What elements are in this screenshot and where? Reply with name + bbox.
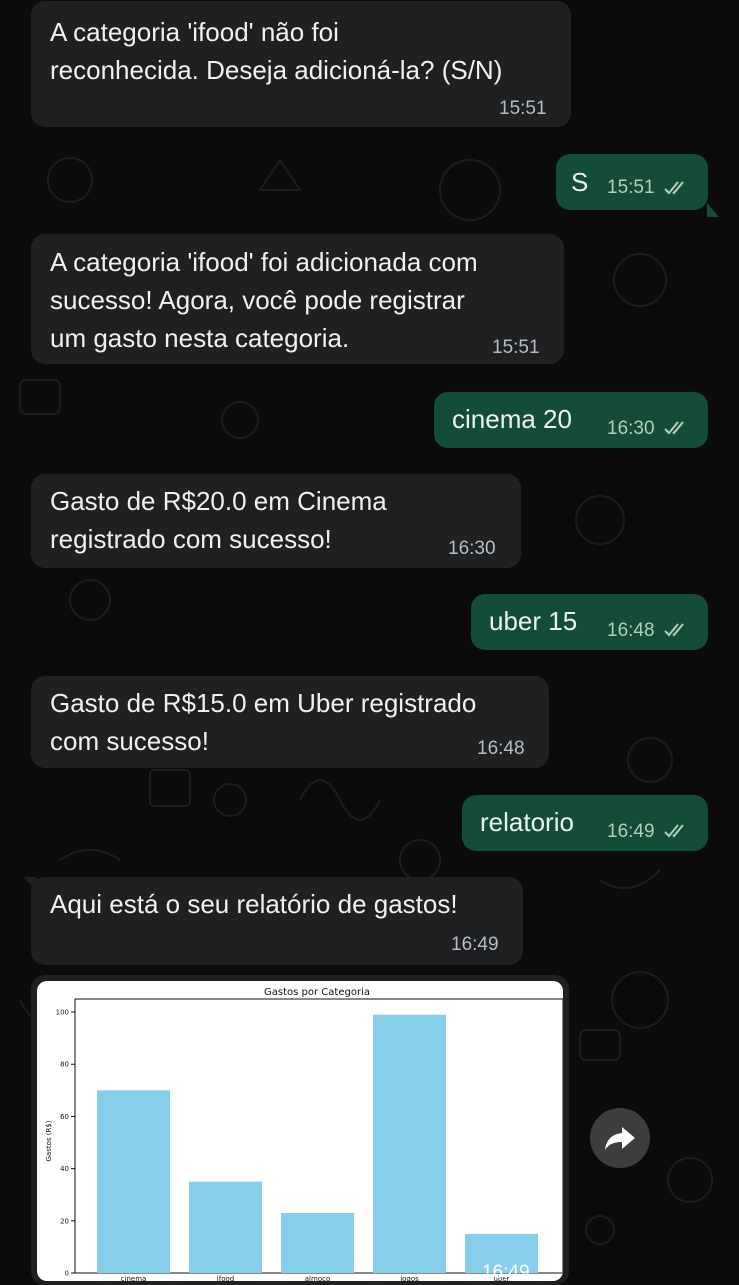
message-text: relatorio — [480, 807, 574, 837]
outgoing-message[interactable]: S 15:51 — [556, 154, 719, 217]
message-time: 15:51 — [607, 177, 655, 198]
bar-cinema — [97, 1090, 170, 1273]
message-text: cinema 20 — [452, 404, 572, 434]
incoming-message[interactable]: Gasto de R$15.0 em Uber registrado com s… — [31, 676, 549, 768]
outgoing-message[interactable]: relatorio 16:49 — [462, 795, 708, 851]
read-ticks-icon — [664, 623, 684, 637]
image-message[interactable]: Gastos por Categoria Gastos (R$) cinema i… — [31, 975, 569, 1285]
read-ticks-icon — [664, 421, 684, 435]
message-text: Gasto de R$20.0 em Cinema registrado com… — [50, 486, 387, 554]
read-ticks-icon — [664, 181, 684, 195]
message-text: Gasto de R$15.0 em Uber registrado com s… — [50, 688, 477, 756]
y-tick-label: 0 — [65, 1270, 69, 1278]
x-tick-label: cinema — [121, 1275, 147, 1281]
message-time: 16:30 — [448, 538, 496, 559]
image-time: 16:49 — [482, 1262, 530, 1283]
incoming-message[interactable]: Gasto de R$20.0 em Cinema registrado com… — [31, 474, 521, 568]
message-time: 16:30 — [607, 418, 655, 439]
message-text: uber 15 — [489, 606, 578, 636]
bar-almoco — [281, 1212, 354, 1273]
y-tick-label: 80 — [60, 1061, 69, 1069]
message-text: S — [571, 167, 589, 197]
chart-image[interactable]: Gastos por Categoria Gastos (R$) cinema i… — [37, 981, 563, 1281]
incoming-message[interactable]: A categoria 'ifood' não foi reconhecida.… — [31, 1, 571, 127]
incoming-message[interactable]: Aqui está o seu relatório de gastos! 16:… — [23, 877, 523, 965]
read-ticks-icon — [664, 824, 684, 838]
forward-button[interactable] — [590, 1108, 650, 1168]
bar-jogos — [373, 1014, 446, 1273]
x-tick-label: almoco — [305, 1275, 330, 1281]
y-tick-label: 60 — [60, 1113, 69, 1121]
message-time: 16:48 — [477, 738, 525, 759]
bar-ifood — [189, 1181, 262, 1273]
chart-title: Gastos por Categoria — [264, 987, 370, 998]
outgoing-message[interactable]: cinema 20 16:30 — [434, 392, 708, 448]
y-tick-label: 40 — [60, 1165, 69, 1173]
message-text: A categoria 'ifood' não foi reconhecida.… — [50, 17, 503, 85]
message-text: A categoria 'ifood' foi adicionada com s… — [50, 247, 478, 353]
message-time: 15:51 — [492, 337, 540, 358]
message-text: Aqui está o seu relatório de gastos! — [50, 889, 458, 919]
y-tick-label: 100 — [56, 1009, 69, 1017]
message-time: 16:48 — [607, 620, 655, 641]
message-time: 16:49 — [451, 934, 499, 955]
message-time: 16:49 — [607, 821, 655, 842]
y-tick-label: 20 — [60, 1217, 69, 1225]
incoming-message[interactable]: A categoria 'ifood' foi adicionada com s… — [31, 234, 564, 364]
x-tick-label: ifood — [217, 1275, 234, 1281]
bubble-tail — [707, 203, 719, 217]
forward-arrow-icon — [605, 1127, 635, 1150]
chart-ylabel: Gastos (R$) — [45, 1120, 53, 1161]
message-time: 15:51 — [499, 98, 547, 119]
bubble-tail — [23, 877, 37, 891]
outgoing-message[interactable]: uber 15 16:48 — [471, 594, 708, 650]
x-tick-label: jogos — [399, 1275, 419, 1281]
bar-chart: Gastos por Categoria Gastos (R$) cinema i… — [45, 987, 563, 1281]
